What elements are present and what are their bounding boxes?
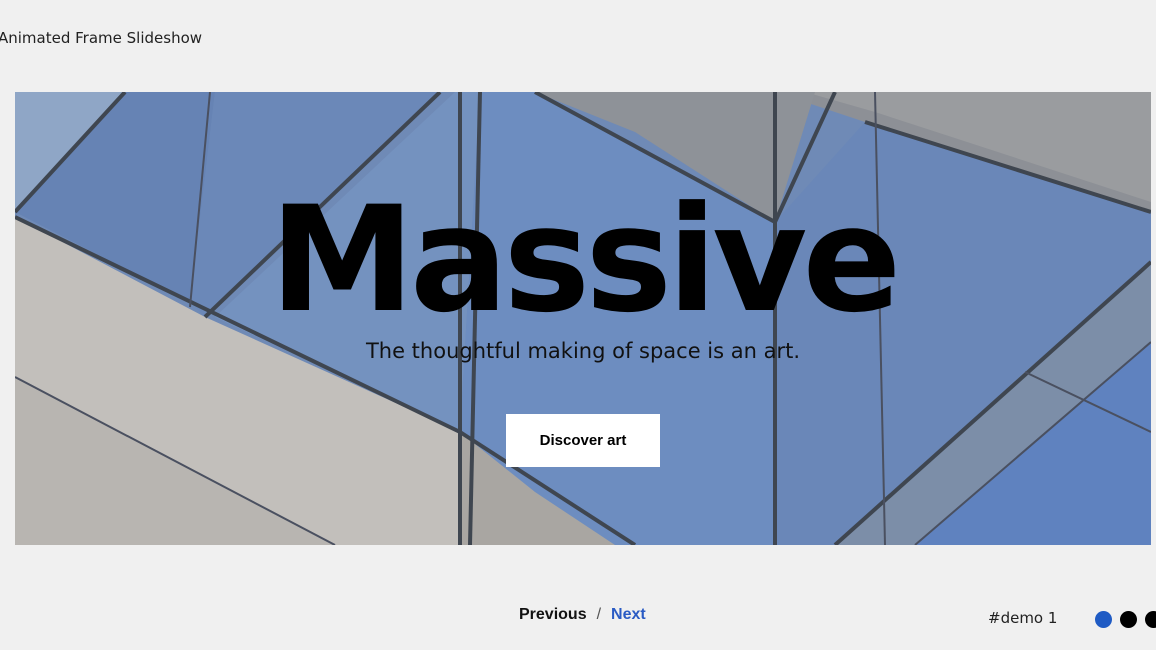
discover-art-button[interactable]: Discover art — [506, 414, 660, 467]
page-title: Animated Frame Slideshow — [0, 29, 203, 47]
slide-content: Massive The thoughtful making of space i… — [15, 92, 1151, 545]
pagination-dot-1[interactable] — [1095, 611, 1112, 628]
nav-separator: / — [596, 606, 602, 623]
slide-frame: Massive The thoughtful making of space i… — [15, 92, 1151, 545]
slide-navigation: Previous / Next — [519, 606, 646, 624]
previous-button[interactable]: Previous — [519, 606, 587, 623]
next-button[interactable]: Next — [611, 606, 646, 623]
pagination-dots — [1095, 611, 1156, 628]
slide-heading: Massive — [269, 175, 902, 345]
pagination-dot-3[interactable] — [1145, 611, 1156, 628]
demo-label: #demo 1 — [988, 609, 1058, 627]
slide-subtitle: The thoughtful making of space is an art… — [365, 339, 801, 363]
pagination-dot-2[interactable] — [1120, 611, 1137, 628]
